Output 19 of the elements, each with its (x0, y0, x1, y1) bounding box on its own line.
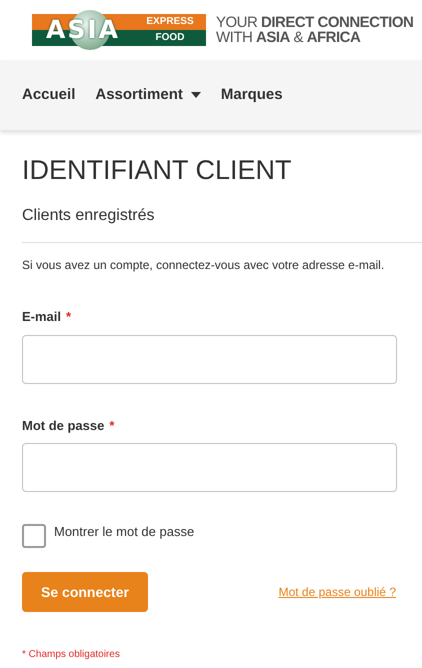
required-mark: * (66, 308, 72, 326)
page-title: IDENTIFIANT CLIENT (22, 154, 293, 186)
required-note: * Champs obligatoires (22, 648, 121, 662)
nav-link[interactable]: Accueil (22, 84, 76, 106)
section-title: Clients enregistrés (22, 206, 156, 226)
input-field[interactable] (22, 443, 397, 492)
logo-text: FOOD (134, 30, 206, 46)
required-mark: * (109, 416, 114, 434)
input-field[interactable] (22, 334, 397, 384)
checkbox-label[interactable]: Montrer le mot de passe (54, 524, 194, 540)
intro-text: Si vous avez un compte, connectez-vous avec votre adresse e-mail. (22, 257, 384, 273)
logo-text: EXPRESS (134, 14, 206, 30)
field-label: Mot de passe (22, 416, 104, 435)
field-label: E-mail (22, 308, 62, 326)
nav-link[interactable]: Assortiment (95, 84, 201, 106)
checkbox[interactable] (22, 524, 46, 548)
tagline: YOUR DIRECT CONNECTION (216, 15, 414, 30)
nav-link[interactable]: Marques (220, 84, 283, 106)
tagline: WITH ASIA & AFRICA (216, 30, 362, 45)
